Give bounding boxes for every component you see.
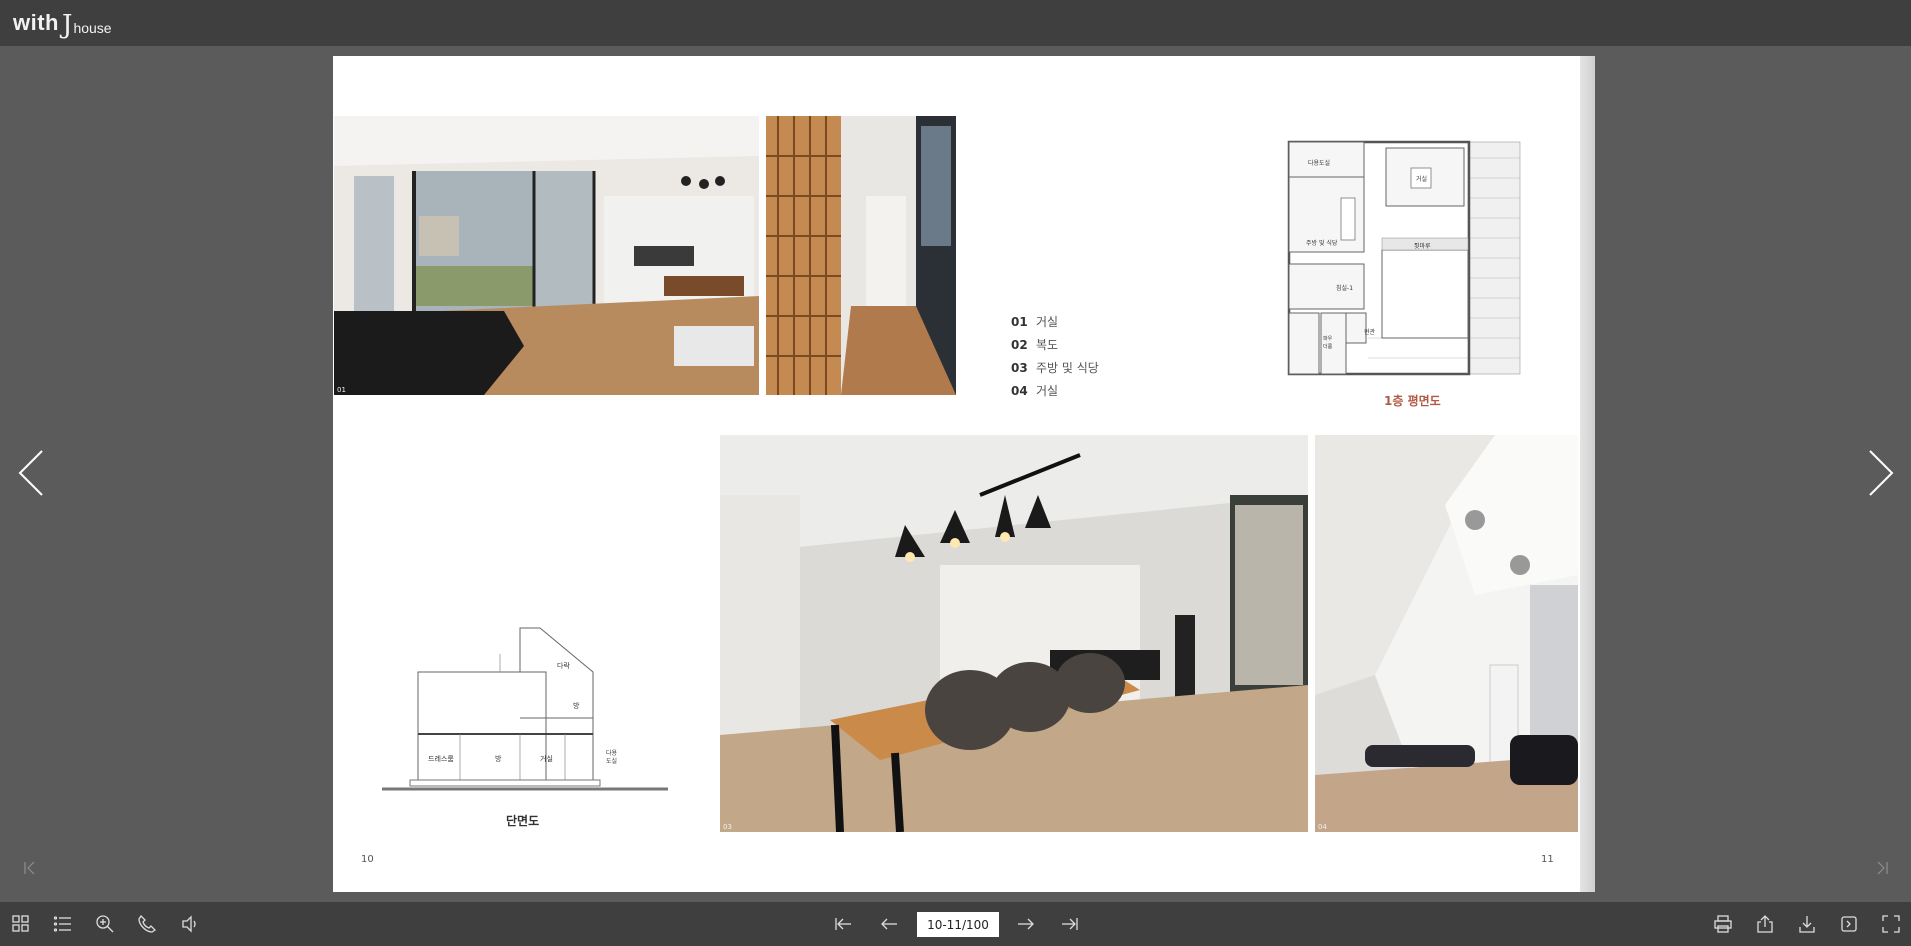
export-icon[interactable]	[1839, 914, 1859, 934]
speaker-icon[interactable]	[180, 914, 200, 934]
svg-text:주방 및 식당: 주방 및 식당	[1306, 239, 1338, 247]
last-spread-mini-icon[interactable]	[1874, 860, 1890, 876]
svg-text:방: 방	[495, 754, 502, 763]
photo-hallway[interactable]	[766, 116, 956, 395]
logo-house: house	[73, 20, 112, 36]
svg-text:다락: 다락	[557, 661, 570, 670]
legend-number: 01	[1011, 314, 1028, 329]
legend-label: 거실	[1036, 315, 1059, 329]
bottom-toolbar	[0, 902, 1911, 946]
logo-with: with	[13, 10, 59, 35]
photo-number-01: 01	[337, 386, 346, 394]
photo-living-lounge[interactable]: 04	[1315, 435, 1578, 832]
first-page-icon[interactable]	[833, 914, 853, 934]
print-icon[interactable]	[1713, 914, 1733, 934]
svg-text:다용도실: 다용도실	[1308, 159, 1330, 167]
svg-text:도실: 도실	[606, 757, 617, 765]
svg-text:침실-1: 침실-1	[1336, 284, 1353, 292]
photo-living-room[interactable]: 01	[334, 116, 759, 395]
legend-label: 거실	[1036, 384, 1059, 398]
legend-label: 주방 및 식당	[1036, 361, 1099, 375]
legend-item: 02 복도	[1011, 333, 1099, 356]
page-edge	[1580, 56, 1595, 892]
page-number-left: 10	[361, 854, 374, 865]
phone-icon[interactable]	[137, 914, 157, 934]
legend-number: 02	[1011, 337, 1028, 352]
page-number-right: 11	[1541, 854, 1554, 865]
page-indicator-input[interactable]	[917, 912, 999, 937]
fullscreen-icon[interactable]	[1881, 914, 1901, 934]
grid-icon[interactable]	[11, 914, 31, 934]
legend-item: 04 거실	[1011, 379, 1099, 402]
svg-text:다용: 다용	[606, 749, 618, 757]
svg-text:툇마루: 툇마루	[1414, 242, 1431, 250]
download-icon[interactable]	[1797, 914, 1817, 934]
svg-text:더룸: 더룸	[1323, 343, 1333, 350]
next-page-icon[interactable]	[1016, 914, 1036, 934]
top-bar: with J house	[0, 0, 1911, 46]
list-icon[interactable]	[53, 914, 73, 934]
legend-item: 03 주방 및 식당	[1011, 356, 1099, 379]
photo-dining[interactable]: 03	[720, 435, 1308, 832]
svg-text:현관: 현관	[1364, 328, 1376, 336]
legend-number: 03	[1011, 360, 1028, 375]
prev-spread-arrow[interactable]	[16, 448, 48, 498]
legend-number: 04	[1011, 383, 1028, 398]
section-caption: 단면도	[506, 814, 540, 828]
floor-plan-drawing[interactable]: 다용도실 거실 주방 및 식당 툇마루 침실-1 파우 더룸 현관	[1286, 138, 1526, 378]
legend-label: 복도	[1036, 338, 1059, 352]
zoom-icon[interactable]	[95, 914, 115, 934]
photo-number-04: 04	[1318, 823, 1327, 831]
next-spread-arrow[interactable]	[1864, 448, 1896, 498]
svg-text:거실: 거실	[1416, 175, 1427, 183]
legend-item: 01 거실	[1011, 310, 1099, 333]
svg-text:드레스룸: 드레스룸	[428, 754, 454, 763]
first-spread-mini-icon[interactable]	[22, 860, 38, 876]
logo[interactable]: with J house	[13, 10, 112, 40]
logo-j: J	[62, 10, 73, 40]
floor-plan-caption: 1층 평면도	[1384, 394, 1441, 408]
prev-page-icon[interactable]	[879, 914, 899, 934]
svg-text:파우: 파우	[1323, 335, 1333, 342]
last-page-icon[interactable]	[1060, 914, 1080, 934]
svg-text:방: 방	[573, 701, 580, 710]
photo-number-03: 03	[723, 823, 732, 831]
share-icon[interactable]	[1755, 914, 1775, 934]
section-drawing[interactable]: 다락 방 드레스룸 방 거실 다용 도실	[380, 624, 670, 810]
svg-text:거실: 거실	[540, 754, 553, 763]
photo-legend: 01 거실 02 복도 03 주방 및 식당 04 거실	[1011, 310, 1099, 402]
